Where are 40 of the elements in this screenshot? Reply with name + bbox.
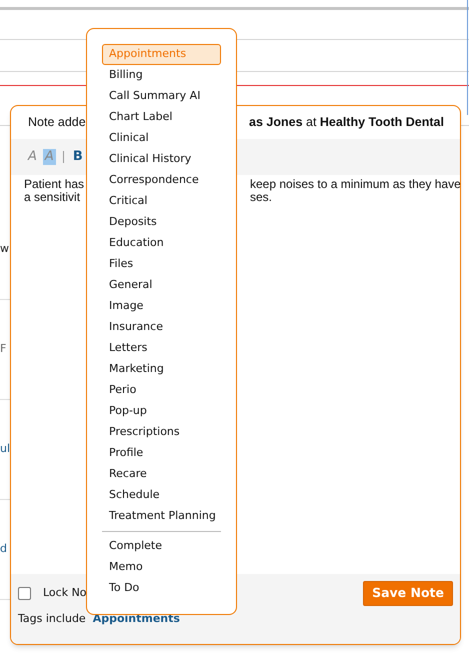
note-header-text: as Jones at Healthy Tooth Dental — [249, 114, 444, 132]
tags-label: Tags include — [18, 611, 86, 627]
note-text: a sensitivit — [24, 191, 80, 204]
row-text: d — [0, 541, 7, 558]
tag-option[interactable]: Image — [102, 296, 221, 317]
row-text: w — [0, 241, 9, 258]
lock-checkbox[interactable] — [18, 587, 31, 600]
lock-label: Lock No — [43, 585, 87, 602]
tag-option[interactable]: General — [102, 275, 221, 296]
note-header-text: Note adde — [28, 114, 86, 132]
tag-option[interactable]: Insurance — [102, 317, 221, 338]
row-text: ul — [0, 441, 10, 458]
tag-option[interactable]: Treatment Planning — [102, 506, 221, 527]
tag-option[interactable]: Correspondence — [102, 170, 221, 191]
tag-link[interactable]: Appointments — [92, 611, 180, 628]
tag-option[interactable]: Files — [102, 254, 221, 275]
tag-option[interactable]: To Do — [102, 578, 221, 599]
tag-option[interactable]: Perio — [102, 380, 221, 401]
tag-option[interactable]: Letters — [102, 338, 221, 359]
tag-option[interactable]: Critical — [102, 191, 221, 212]
tag-option[interactable]: Pop-up — [102, 401, 221, 422]
row-text: F — [0, 341, 6, 358]
tag-option[interactable]: Prescriptions — [102, 422, 221, 443]
note-text: keep noises to a minimum as they have — [250, 178, 460, 191]
tag-option[interactable]: Memo — [102, 557, 221, 578]
tag-option[interactable]: Clinical — [102, 128, 221, 149]
tag-option[interactable]: Recare — [102, 464, 221, 485]
format-button[interactable]: B — [70, 149, 85, 165]
tag-option[interactable]: Schedule — [102, 485, 221, 506]
tag-option[interactable]: Billing — [102, 65, 221, 86]
note-text: Patient has — [24, 178, 84, 191]
tag-option[interactable]: Call Summary AI — [102, 86, 221, 107]
tag-option[interactable]: Marketing — [102, 359, 221, 380]
tag-option[interactable]: Profile — [102, 443, 221, 464]
tag-option[interactable]: Clinical History — [102, 149, 221, 170]
note-text: ses. — [250, 191, 272, 204]
tag-option[interactable]: Education — [102, 233, 221, 254]
tag-option[interactable]: Complete — [102, 536, 221, 557]
tag-option[interactable]: Deposits — [102, 212, 221, 233]
tag-option[interactable]: Chart Label — [102, 107, 221, 128]
